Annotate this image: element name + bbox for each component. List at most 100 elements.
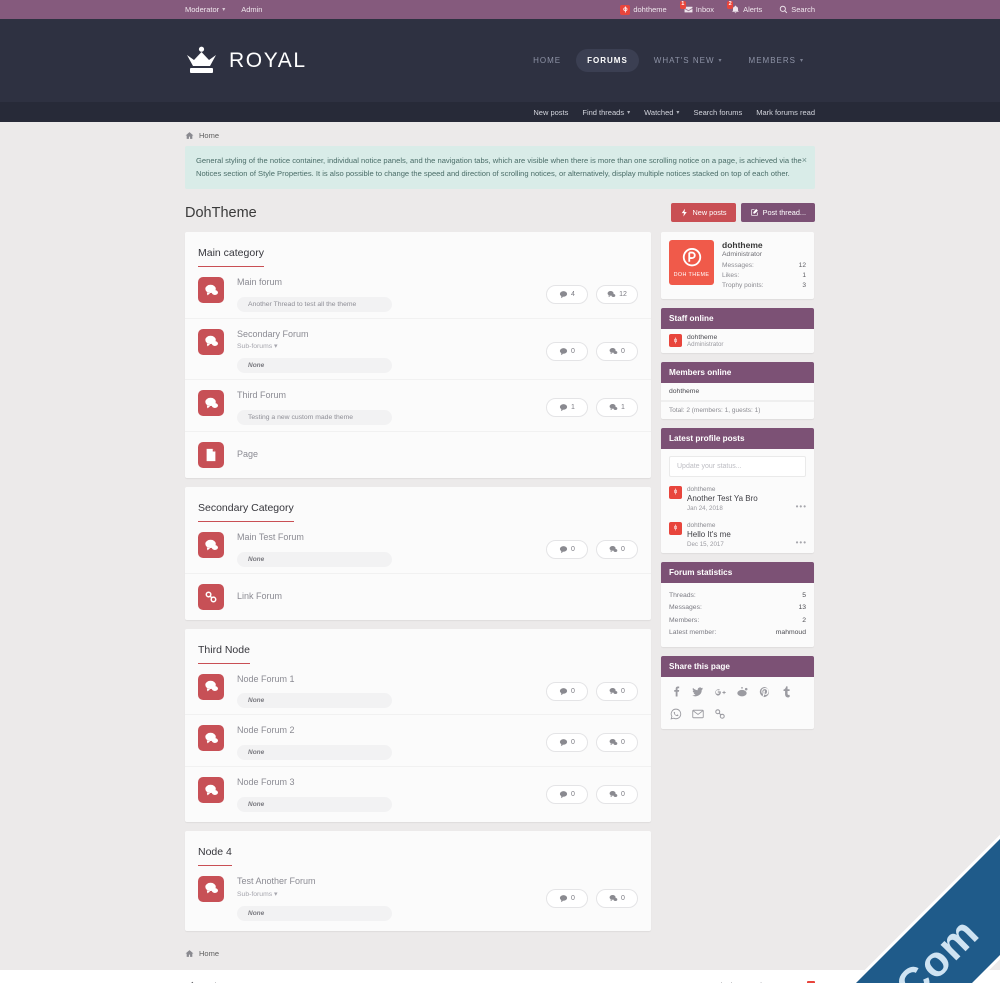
subnav-new-posts[interactable]: New posts xyxy=(533,108,568,117)
avatar-icon: ϕ xyxy=(669,521,682,535)
staff-online-member[interactable]: ϕ dohtheme Administrator xyxy=(661,329,814,353)
forum-row[interactable]: Node Forum 1 None 0 0 xyxy=(185,664,651,716)
profile-posts-block: Latest profile posts Update your status.… xyxy=(661,427,814,553)
link-icon[interactable] xyxy=(714,708,726,720)
profile-post-more-icon[interactable]: ••• xyxy=(796,538,807,547)
site-logo[interactable]: ROYAL xyxy=(185,46,307,76)
reddit-icon[interactable] xyxy=(736,686,748,698)
forum-row[interactable]: Main Test Forum None 0 0 xyxy=(185,522,651,574)
forum-info: Link Forum xyxy=(237,591,638,603)
top-nav-search[interactable]: Search xyxy=(779,5,815,14)
tumblr-icon[interactable] xyxy=(780,686,792,698)
whatsapp-icon[interactable] xyxy=(670,708,682,720)
forum-row[interactable]: Third Forum Testing a new custom made th… xyxy=(185,380,651,433)
profile-post-more-icon[interactable]: ••• xyxy=(796,502,807,511)
comments-icon xyxy=(607,290,616,298)
staff-online-block: Staff online ϕ dohtheme Administrator xyxy=(661,307,814,353)
message-count: 0 xyxy=(621,739,625,747)
subnav-mark-forums-read[interactable]: Mark forums read xyxy=(756,108,815,117)
category-rows: Main Test Forum None 0 0 Link Forum xyxy=(185,522,651,620)
subnav-watched[interactable]: Watched ▾ xyxy=(644,108,679,117)
top-nav-moderator[interactable]: Moderator ▾ xyxy=(185,5,225,14)
top-nav-admin[interactable]: Admin xyxy=(241,5,262,14)
top-nav-right: ϕ dohtheme 1 Inbox 2 Alerts Search xyxy=(620,1,815,15)
forum-name[interactable]: Third Forum xyxy=(237,390,546,402)
comments-icon xyxy=(609,687,618,694)
forum-description: None xyxy=(237,745,392,761)
avatar[interactable]: DOH THEME xyxy=(669,240,714,286)
statistic-label: Latest member: xyxy=(669,629,717,637)
public-top-nav: Moderator ▾ Admin ϕ dohtheme 1 Inbox 2 A… xyxy=(0,0,1000,19)
subforums-toggle[interactable]: Sub-forums ▾ xyxy=(237,890,546,898)
statistic-value: 13 xyxy=(798,604,806,612)
nav-home[interactable]: HOME xyxy=(522,49,572,72)
forum-row[interactable]: Page xyxy=(185,432,651,474)
email-icon[interactable] xyxy=(692,708,704,720)
statistic-value[interactable]: mahmoud xyxy=(776,627,806,640)
forum-name[interactable]: Node Forum 3 xyxy=(237,777,546,789)
breadcrumb-home[interactable]: Home xyxy=(199,131,219,140)
chevron-down-icon: ▾ xyxy=(676,109,680,116)
forum-name[interactable]: Link Forum xyxy=(237,591,638,603)
statistic-label: Threads: xyxy=(669,591,696,599)
twitter-icon[interactable] xyxy=(692,686,704,698)
message-count-pill: 0 xyxy=(596,785,638,804)
category-header: Secondary Category xyxy=(185,487,651,523)
alerts-badge: 2 xyxy=(727,1,734,9)
statistic-row: Members: 2 xyxy=(669,615,806,628)
nav-whats-new[interactable]: WHAT'S NEW ▾ xyxy=(643,49,734,72)
pinterest-icon[interactable] xyxy=(758,686,770,698)
forum-row[interactable]: Test Another Forum Sub-forums ▾ None 0 0 xyxy=(185,866,651,927)
staff-member-name: dohtheme xyxy=(687,333,718,341)
thread-count: 0 xyxy=(571,739,575,747)
forum-info: Node Forum 2 None xyxy=(237,725,546,761)
forum-name[interactable]: Main Test Forum xyxy=(237,532,546,544)
profile-name[interactable]: dohtheme xyxy=(722,240,806,250)
profile-post-item[interactable]: ϕ dohtheme Hello It's me Dec 15, 2017 ••… xyxy=(661,517,814,553)
new-posts-button[interactable]: New posts xyxy=(670,203,736,223)
category-block: Main category Main forum Another Thread … xyxy=(185,232,651,479)
forum-statistics-block: Forum statistics Threads: 5 Messages: 13… xyxy=(661,561,814,647)
top-nav-left: Moderator ▾ Admin xyxy=(185,5,262,14)
forum-row[interactable]: Main forum Another Thread to test all th… xyxy=(185,267,651,319)
status-input[interactable]: Update your status... xyxy=(669,455,806,477)
subnav-find-threads-label: Find threads xyxy=(582,107,625,117)
subnav-search-forums[interactable]: Search forums xyxy=(693,108,742,117)
forum-row[interactable]: Secondary Forum Sub-forums ▾ None 0 0 xyxy=(185,319,651,381)
top-nav-alerts[interactable]: 2 Alerts xyxy=(727,1,762,14)
forum-name[interactable]: Test Another Forum xyxy=(237,876,546,888)
google-plus-icon[interactable] xyxy=(714,686,726,698)
forum-name[interactable]: Node Forum 1 xyxy=(237,674,546,686)
nav-whats-new-label: WHAT'S NEW xyxy=(653,56,715,65)
forum-row[interactable]: Node Forum 3 None 0 0 xyxy=(185,767,651,818)
facebook-icon[interactable] xyxy=(670,686,682,698)
subforums-toggle[interactable]: Sub-forums ▾ xyxy=(237,342,546,350)
top-nav-inbox[interactable]: 1 Inbox xyxy=(679,1,714,14)
forum-description: None xyxy=(237,551,392,567)
page-icon xyxy=(198,442,224,469)
profile-stat-value: 1 xyxy=(802,271,806,279)
profile-stats: Messages: 12 Likes: 1 Trophy points: 3 xyxy=(722,261,806,291)
forum-name[interactable]: Main forum xyxy=(237,277,546,289)
category-title: Node 4 xyxy=(198,846,232,866)
forum-stats: 1 1 xyxy=(546,398,638,418)
message-count-pill: 1 xyxy=(596,398,638,418)
forum-name[interactable]: Page xyxy=(237,449,638,461)
forum-row[interactable]: Link Forum xyxy=(185,574,651,616)
nav-forums[interactable]: FORUMS xyxy=(576,49,639,72)
members-online-member[interactable]: dohtheme xyxy=(661,383,814,401)
forum-name[interactable]: Node Forum 2 xyxy=(237,725,546,737)
forum-stats: 0 0 xyxy=(546,785,638,804)
forum-row[interactable]: Node Forum 2 None 0 0 xyxy=(185,715,651,768)
profile-post-item[interactable]: ϕ dohtheme Another Test Ya Bro Jan 24, 2… xyxy=(661,481,814,517)
footer-breadcrumb-home[interactable]: Home xyxy=(199,949,219,958)
nav-members[interactable]: MEMBERS ▾ xyxy=(738,49,815,72)
forum-name[interactable]: Secondary Forum xyxy=(237,329,546,341)
message-count-pill: 0 xyxy=(596,733,638,753)
subnav-find-threads[interactable]: Find threads ▾ xyxy=(582,108,630,117)
close-icon[interactable]: × xyxy=(802,153,807,168)
breadcrumb: Home xyxy=(185,122,815,146)
new-posts-button-label: New posts xyxy=(692,208,727,218)
post-thread-button[interactable]: Post thread... xyxy=(740,203,815,223)
top-nav-account[interactable]: ϕ dohtheme xyxy=(620,4,667,15)
